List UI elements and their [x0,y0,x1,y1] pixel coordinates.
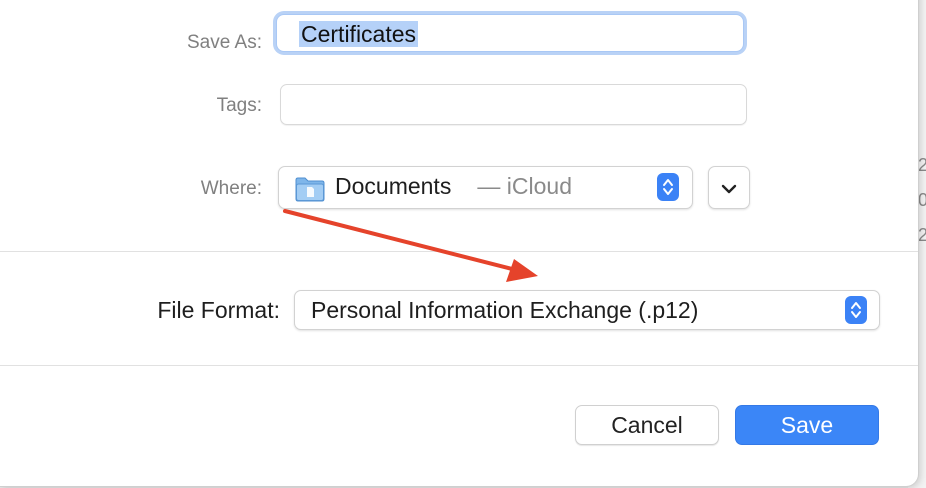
file-format-value: Personal Information Exchange (.p12) [311,297,699,323]
cancel-button[interactable]: Cancel [575,405,719,445]
file-format-label: File Format: [157,297,280,323]
divider [0,365,918,366]
tags-input[interactable] [280,84,747,125]
save-as-label: Save As: [187,32,262,53]
where-location-suffix: — iCloud [471,173,572,199]
save-dialog: Save As: Certificates Tags: Where: Docum… [0,0,918,486]
background-text-fragment: 2 [918,155,926,175]
chevron-down-icon [721,182,737,200]
background-text-fragment: 0 [918,190,926,210]
where-label: Where: [200,178,262,199]
where-popup[interactable]: Documents — iCloud [278,166,693,209]
save-as-input[interactable]: Certificates [276,14,744,52]
save-button[interactable]: Save [735,405,879,445]
divider [0,251,918,252]
tags-label: Tags: [216,95,262,116]
folder-icon [295,176,325,207]
save-as-value: Certificates [299,21,419,47]
expand-dialog-button[interactable] [708,166,750,209]
file-format-popup[interactable]: Personal Information Exchange (.p12) [294,290,880,330]
where-folder-name: Documents [335,173,452,199]
file-format-stepper-icon [845,296,867,324]
background-text-fragment: 2 [918,225,926,245]
where-stepper-icon [657,173,679,201]
